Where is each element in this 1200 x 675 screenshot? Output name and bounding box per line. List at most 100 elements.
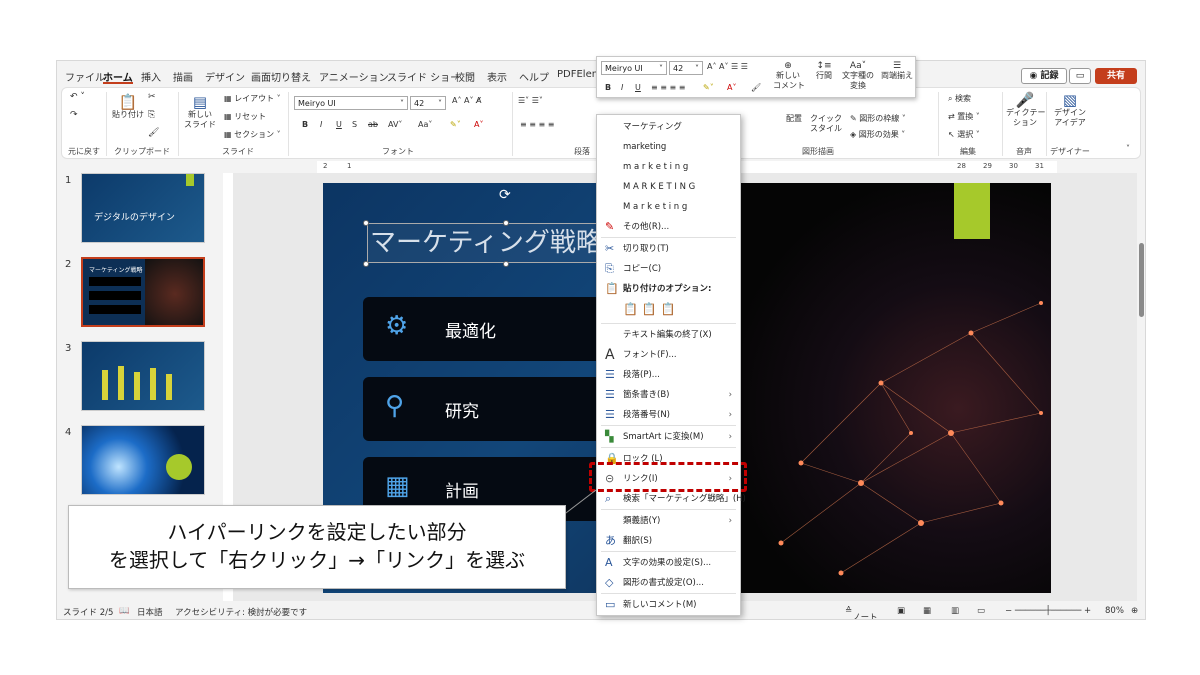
underline-button[interactable]: U [336, 120, 342, 130]
vertical-scrollbar[interactable] [1137, 173, 1145, 601]
bullets-button[interactable]: ☰˅ ☰˅ [518, 96, 543, 106]
menu-thesaurus[interactable]: 類義語(Y) › [597, 511, 740, 531]
find-button[interactable]: ⌕ 検索 [948, 94, 971, 104]
menu-new-comment[interactable]: ▭ 新しいコメント(M) [597, 595, 740, 615]
font-grow-shrink[interactable]: A˄ A˅ A̸ [452, 96, 482, 106]
menu-format-shape[interactable]: ◇ 図形の書式設定(O)... [597, 573, 740, 593]
arrange-button[interactable]: 配置 [780, 114, 808, 124]
menu-more-suggestions[interactable]: ✎ その他(R)... [597, 217, 740, 237]
select-button[interactable]: ↖ 選択 ˅ [948, 130, 980, 140]
mini-size-field[interactable]: 42 ˅ [669, 61, 703, 75]
layout-button[interactable]: ▦ レイアウト ˅ [224, 94, 281, 104]
menu-copy[interactable]: ⎘ コピー(C) [597, 259, 740, 279]
mini-convert-case-button[interactable]: Aa˅ 文字種の 変換 [839, 61, 877, 91]
mini-line-spacing-button[interactable]: ↕≡ 行間 [811, 61, 837, 81]
tab-pdfelement[interactable]: PDFElem [557, 69, 601, 80]
shape-outline-button[interactable]: ✎ 図形の枠線 ˅ [850, 114, 906, 124]
dictate-button[interactable]: 🎤 ディクテー ション [1006, 92, 1045, 128]
char-spacing-button[interactable]: AV˅ [388, 120, 402, 130]
mini-new-comment-button[interactable]: ⊕ 新しい コメント [773, 61, 805, 91]
designer-button[interactable]: ▧ デザイン アイデア [1050, 92, 1090, 128]
menu-smartart[interactable]: ▚ SmartArt に変換(M) › [597, 427, 740, 447]
menu-search[interactable]: ⌕ 検索「マーケティング戦略」(H) [597, 489, 746, 509]
mini-bold-button[interactable]: B [605, 83, 611, 93]
bold-button[interactable]: B [302, 120, 308, 130]
menu-font[interactable]: A フォント(F)... [597, 345, 740, 365]
slide-title-textbox[interactable]: マーケティング戦略 [367, 223, 607, 263]
accessibility-status[interactable]: アクセシビリティ: 検討が必要です [175, 606, 307, 618]
reset-button[interactable]: ▦ リセット [224, 112, 266, 122]
section-button[interactable]: ▦ セクション ˅ [224, 130, 281, 140]
tab-review[interactable]: 校閲 [455, 69, 475, 84]
slide-thumb-1[interactable]: デジタルのデザイン [81, 173, 205, 243]
font-color-button[interactable]: A˅ [474, 120, 483, 130]
language-status[interactable]: 日本語 [137, 606, 163, 618]
quick-styles-button[interactable]: クイック スタイル [808, 114, 844, 134]
paste-button[interactable]: 📋 貼り付け [112, 94, 144, 120]
menu-exit-edit[interactable]: テキスト編集の終了(X) [597, 325, 740, 345]
tab-slideshow[interactable]: スライド ショー [387, 69, 460, 84]
spelling-suggestion[interactable]: marketing [597, 137, 740, 157]
slide-thumb-2[interactable]: マーケティング戦略 [81, 257, 205, 327]
notes-check-icon[interactable]: 📖 [119, 606, 130, 616]
menu-cut[interactable]: ✂ 切り取り(T) [597, 239, 740, 259]
font-size-field[interactable]: 42 ˅ [410, 96, 446, 110]
normal-view-icon[interactable]: ▣ [897, 606, 905, 616]
cut-button[interactable]: ✂ [148, 92, 156, 102]
slide-item-research[interactable]: ⚲ 研究 [363, 377, 623, 441]
mini-format-painter[interactable]: 🖌 [751, 83, 761, 93]
change-case-button[interactable]: Aa˅ [418, 120, 432, 130]
font-name-field[interactable]: Meiryo UI ˅ [294, 96, 408, 110]
tab-help[interactable]: ヘルプ [519, 69, 549, 84]
shape-effects-button[interactable]: ◈ 図形の効果 ˅ [850, 130, 905, 140]
mini-align-buttons[interactable]: ≡ ≡ ≡ ≡ [651, 83, 685, 93]
menu-numbering[interactable]: ☰ 段落番号(N) › [597, 405, 740, 425]
mini-font-grow-shrink[interactable]: A˄ A˅ ☰ ☰ [707, 62, 748, 72]
spelling-suggestion[interactable]: M a r k e t i n g [597, 197, 740, 217]
undo-button[interactable]: ↶ ˅ [70, 92, 85, 102]
spelling-suggestion[interactable]: m a r k e t i n g [597, 157, 740, 177]
tab-view[interactable]: 表示 [487, 69, 507, 84]
new-slide-button[interactable]: ▤ 新しい スライド [184, 94, 216, 130]
resize-handle[interactable] [503, 261, 509, 267]
zoom-slider[interactable]: − ──────┼────── + [1005, 606, 1091, 616]
comments-button[interactable]: ▭ [1069, 68, 1091, 84]
resize-handle[interactable] [503, 220, 509, 226]
collapse-ribbon-button[interactable]: ˅ [1126, 144, 1130, 154]
format-painter-button[interactable]: 🖌 [148, 128, 159, 138]
slide-thumb-3[interactable] [81, 341, 205, 411]
align-buttons[interactable]: ≡ ≡ ≡ ≡ [520, 120, 554, 130]
replace-button[interactable]: ⇄ 置換 ˅ [948, 112, 980, 122]
strike-button[interactable]: ab [368, 120, 378, 130]
menu-translate[interactable]: あ翻訳(S) [597, 531, 740, 551]
redo-button[interactable]: ↷ [70, 110, 78, 120]
reading-view-icon[interactable]: ▥ [951, 606, 959, 616]
shadow-button[interactable]: S [352, 120, 357, 130]
tab-insert[interactable]: 挿入 [141, 69, 161, 84]
menu-paste-option-buttons[interactable]: 📋 📋 📋 [597, 299, 740, 321]
fit-slide-icon[interactable]: ⊕ [1131, 606, 1138, 616]
share-button[interactable]: 共有 [1095, 68, 1137, 84]
spelling-suggestion[interactable]: マーケティング [597, 117, 740, 137]
spelling-suggestion[interactable]: M A R K E T I N G [597, 177, 740, 197]
scrollbar-thumb[interactable] [1139, 243, 1144, 317]
italic-button[interactable]: I [320, 120, 322, 130]
sorter-view-icon[interactable]: ▦ [923, 606, 931, 616]
zoom-level[interactable]: 80% [1105, 606, 1124, 616]
tab-transitions[interactable]: 画面切り替え [251, 69, 311, 84]
record-button[interactable]: ◉ 記録 [1021, 68, 1067, 84]
menu-paragraph[interactable]: ☰ 段落(P)... [597, 365, 740, 385]
resize-handle[interactable] [363, 220, 369, 226]
slide-item-optimize[interactable]: ⚙ 最適化 [363, 297, 623, 361]
menu-text-effects[interactable]: A 文字の効果の設定(S)... [597, 553, 740, 573]
tab-home[interactable]: ホーム [103, 69, 133, 84]
highlight-button[interactable]: ✎˅ [450, 120, 461, 130]
slide-thumb-4[interactable] [81, 425, 205, 495]
slideshow-view-icon[interactable]: ▭ [977, 606, 985, 616]
menu-bullets[interactable]: ☰ 箇条書き(B) › [597, 385, 740, 405]
mini-italic-button[interactable]: I [621, 83, 623, 93]
paste-option-icons[interactable]: 📋 📋 📋 [623, 302, 675, 316]
notes-button[interactable]: ≙ ノート [845, 606, 878, 619]
mini-underline-button[interactable]: U [635, 83, 641, 93]
tab-design[interactable]: デザイン [205, 69, 245, 84]
